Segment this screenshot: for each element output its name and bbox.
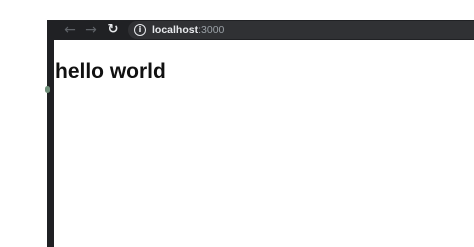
url-host: localhost: [152, 24, 199, 36]
page-content: hello world: [54, 40, 474, 247]
url-port: :3000: [198, 24, 225, 36]
reload-icon[interactable]: ↻: [106, 21, 120, 39]
url-text[interactable]: localhost:3000: [152, 21, 224, 39]
browser-toolbar: ← → ↻ i localhost:3000: [47, 20, 474, 40]
address-bar[interactable]: i localhost:3000: [128, 21, 474, 39]
window-left-border: [47, 20, 54, 247]
page-heading: hello world: [55, 60, 166, 83]
forward-arrow-icon[interactable]: →: [84, 21, 98, 39]
back-arrow-icon[interactable]: ←: [63, 21, 77, 39]
screen: ← → ↻ i localhost:3000 hello world: [0, 0, 474, 247]
window-edge-handle[interactable]: [45, 86, 50, 93]
info-icon[interactable]: i: [134, 24, 146, 36]
